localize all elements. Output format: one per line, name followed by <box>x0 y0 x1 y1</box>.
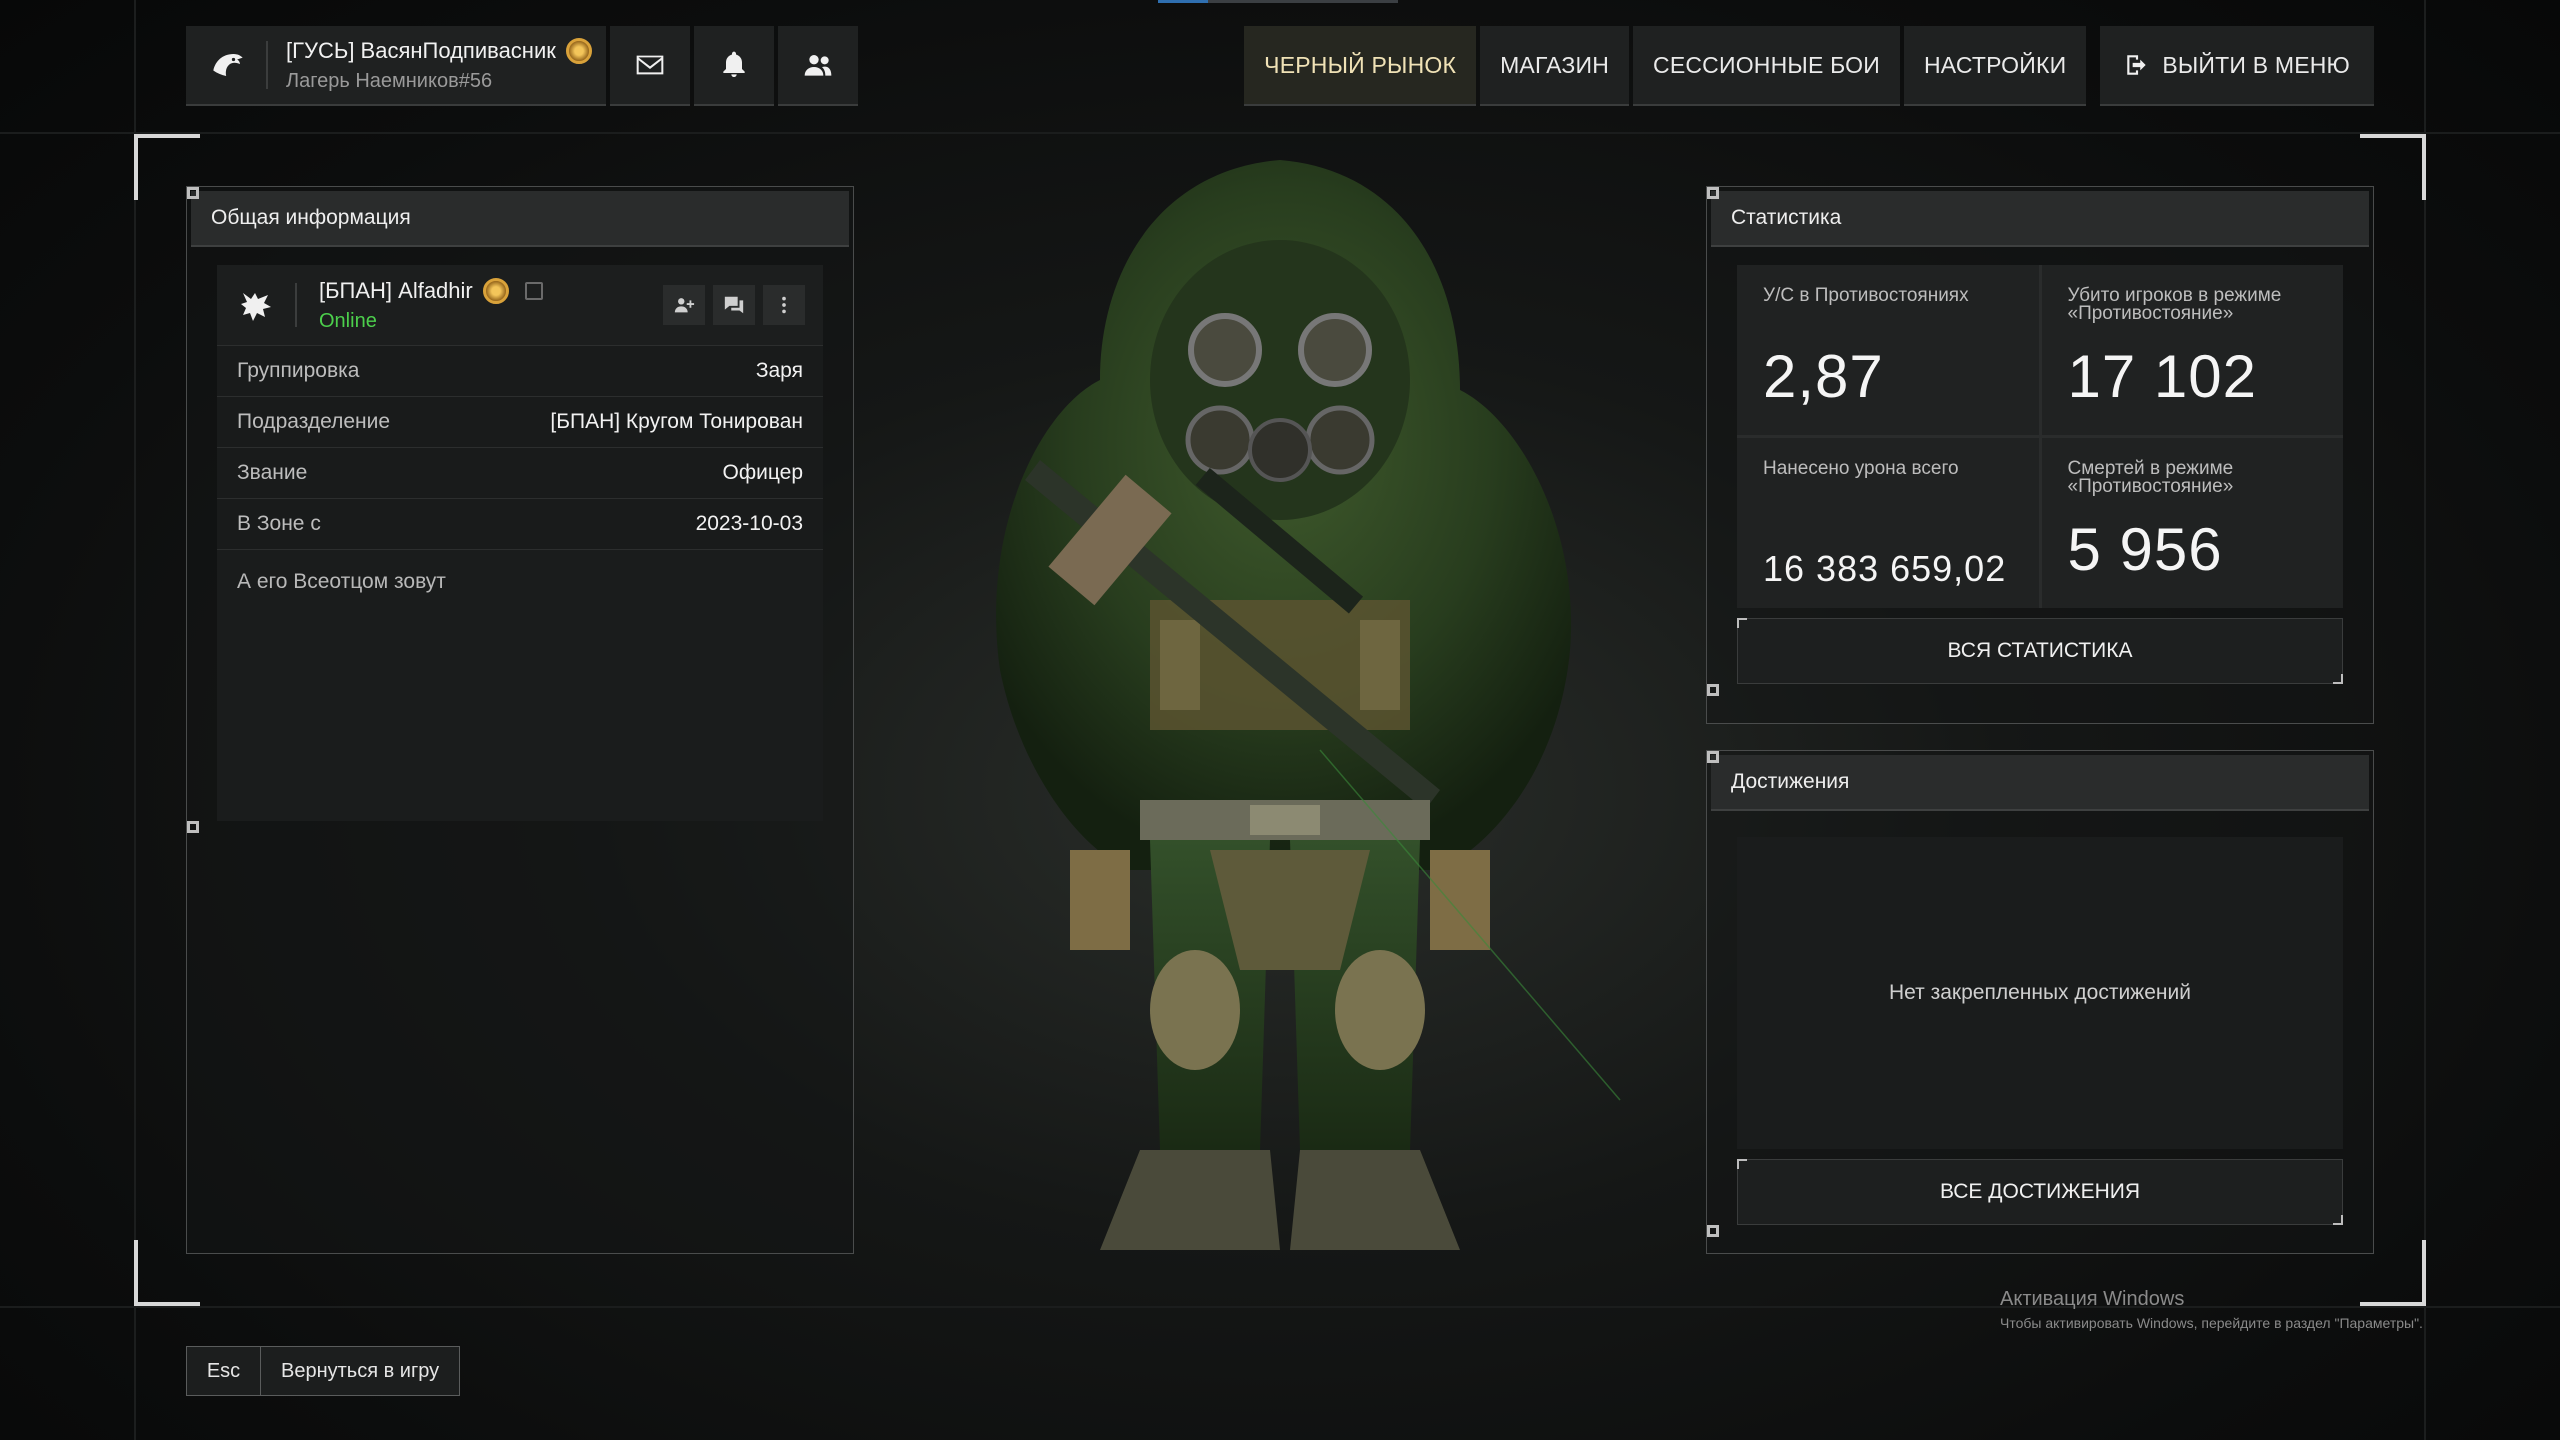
exit-to-menu-button[interactable]: ВЫЙТИ В МЕНЮ <box>2100 26 2374 106</box>
stats-grid: У/С в Противостояниях 2,87 Убито игроков… <box>1737 265 2343 608</box>
windows-activation-title: Активация Windows <box>2000 1288 2185 1310</box>
player-server: Лагерь Наемников#56 <box>286 69 493 92</box>
player-bar: [ГУСЬ] ВасянПодпиваcник Лагерь Наемников… <box>186 26 858 106</box>
wolf-logo-icon <box>237 283 297 327</box>
profile-bio: А его Всеотцом зовут <box>217 549 823 821</box>
player-name-text: [ГУСЬ] ВасянПодпиваcник <box>286 37 556 63</box>
rank-badge-icon <box>565 37 592 64</box>
windows-activation-watermark: Активация Windows Чтобы активировать Win… <box>2000 1288 2423 1331</box>
friends-button[interactable] <box>778 26 858 106</box>
general-info-panel: Общая информация [БПАН] Alfadhir Online <box>186 186 854 1254</box>
chat-icon <box>724 296 744 314</box>
main-nav: ЧЕРНЫЙ РЫНОК МАГАЗИН СЕССИОННЫЕ БОИ НАСТ… <box>1244 26 2374 106</box>
more-options-button[interactable] <box>763 285 805 325</box>
info-row-rank: Звание Офицер <box>217 447 823 498</box>
info-value: [БПАН] Кругом Тонирован <box>550 410 803 433</box>
all-achievements-button[interactable]: ВСЕ ДОСТИЖЕНИЯ <box>1737 1159 2343 1225</box>
nav-shop[interactable]: МАГАЗИН <box>1480 26 1630 106</box>
general-info-title: Общая информация <box>191 191 849 247</box>
goose-logo-icon <box>204 41 268 89</box>
copy-icon[interactable] <box>524 281 543 300</box>
exit-icon <box>2127 55 2146 75</box>
stat-value: 16 383 659,02 <box>1763 548 2007 589</box>
info-row-faction: Группировка Заря <box>217 345 823 396</box>
add-friend-button[interactable] <box>663 285 705 325</box>
stat-label: Смертей в режиме «Противостояние» <box>2067 458 2234 497</box>
nav-black-market[interactable]: ЧЕРНЫЙ РЫНОК <box>1244 26 1477 106</box>
stat-value: 17 102 <box>2067 343 2258 410</box>
player-card[interactable]: [ГУСЬ] ВасянПодпиваcник Лагерь Наемников… <box>186 26 606 106</box>
info-value: 2023-10-03 <box>695 512 803 535</box>
rank-badge-icon <box>482 277 509 304</box>
top-accent-bar <box>1158 0 1398 3</box>
stat-value: 2,87 <box>1763 343 1884 410</box>
return-to-game-button[interactable]: Esc Вернуться в игру <box>186 1346 461 1396</box>
return-to-game-label: Вернуться в игру <box>261 1347 460 1395</box>
info-value: Заря <box>755 359 803 382</box>
bell-icon <box>723 51 745 77</box>
mail-button[interactable] <box>610 26 690 106</box>
stat-label: Нанесено урона всего <box>1763 458 1959 479</box>
stat-value: 5 956 <box>2067 516 2223 583</box>
stat-kd-ratio: У/С в Противостояниях 2,87 <box>1737 265 2039 435</box>
stats-panel: Статистика У/С в Противостояниях 2,87 Уб… <box>1706 186 2374 724</box>
info-key: Группировка <box>237 359 360 382</box>
profile-header: [БПАН] Alfadhir Online <box>217 265 823 345</box>
achievements-empty: Нет закрепленных достижений <box>1737 837 2343 1149</box>
notifications-button[interactable] <box>694 26 774 106</box>
more-icon <box>782 296 786 314</box>
info-key: Звание <box>237 461 308 484</box>
info-value: Офицер <box>722 461 804 484</box>
frame-line-right <box>2424 0 2426 1440</box>
stats-title: Статистика <box>1711 191 2369 247</box>
profile-name-text: [БПАН] Alfadhir <box>319 277 473 303</box>
character-model <box>996 160 1621 1250</box>
exit-to-menu-label: ВЫЙТИ В МЕНЮ <box>2162 51 2350 78</box>
add-friend-icon <box>674 298 695 313</box>
achievements-panel: Достижения Нет закрепленных достижений В… <box>1706 750 2374 1254</box>
info-key: В Зоне с <box>237 512 321 535</box>
nav-session-battles[interactable]: СЕССИОННЫЕ БОИ <box>1633 26 1900 106</box>
frame-line-top <box>0 132 2560 134</box>
all-stats-button[interactable]: ВСЯ СТАТИСТИКА <box>1737 618 2343 684</box>
friends-icon <box>804 55 832 76</box>
profile-name: [БПАН] Alfadhir <box>319 277 543 304</box>
windows-activation-subtitle: Чтобы активировать Windows, перейдите в … <box>2000 1315 2423 1331</box>
stat-label: У/С в Противостояниях <box>1763 285 1969 306</box>
chat-button[interactable] <box>713 285 755 325</box>
info-key: Подразделение <box>237 410 391 433</box>
profile-actions <box>663 285 805 325</box>
frame-line-left <box>134 0 136 1440</box>
info-row-unit: Подразделение [БПАН] Кругом Тонирован <box>217 396 823 447</box>
profile-info-table: Группировка Заря Подразделение [БПАН] Кр… <box>217 345 823 549</box>
player-name: [ГУСЬ] ВасянПодпиваcник <box>286 37 592 64</box>
info-row-since: В Зоне с 2023-10-03 <box>217 498 823 549</box>
mail-icon <box>636 55 664 75</box>
esc-key-hint: Esc <box>187 1347 261 1395</box>
stat-label: Убито игроков в режиме «Противостояние» <box>2067 285 2282 324</box>
stat-deaths: Смертей в режиме «Противостояние» 5 956 <box>2041 438 2343 608</box>
stat-damage: Нанесено урона всего 16 383 659,02 <box>1737 438 2039 608</box>
nav-settings[interactable]: НАСТРОЙКИ <box>1903 26 2087 106</box>
online-status: Online <box>319 309 377 332</box>
achievements-title: Достижения <box>1711 755 2369 811</box>
stat-kills: Убито игроков в режиме «Противостояние» … <box>2041 265 2343 435</box>
